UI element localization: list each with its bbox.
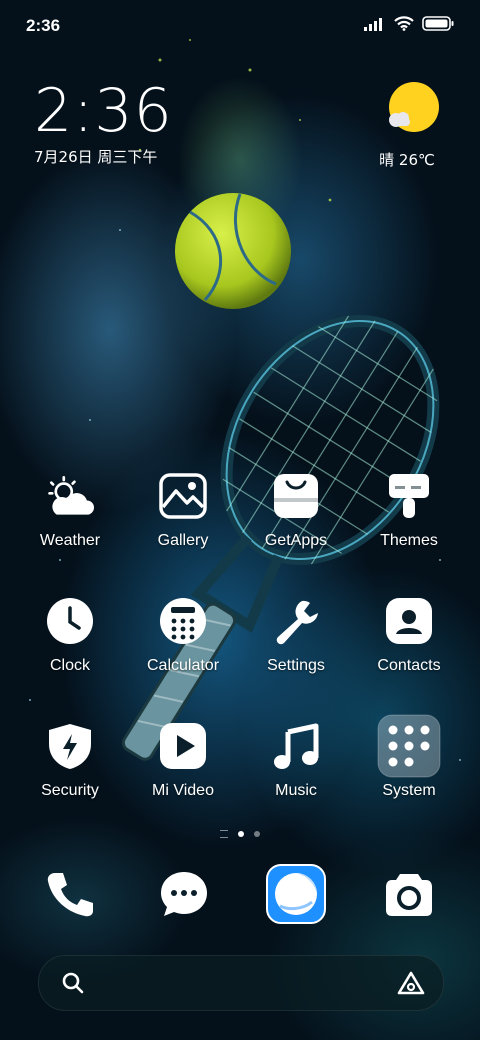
- folder-icon: [377, 714, 441, 778]
- app-label: Clock: [49, 657, 90, 674]
- app-label: GetApps: [264, 532, 328, 549]
- dock-camera[interactable]: [379, 866, 439, 922]
- weather-text: 晴 26℃: [379, 151, 435, 169]
- app-getapps[interactable]: GetApps: [241, 472, 351, 550]
- page-dot: [254, 831, 260, 837]
- assistant-icon[interactable]: [397, 971, 425, 995]
- app-system-folder[interactable]: System: [354, 714, 464, 800]
- app-label: System: [382, 782, 436, 799]
- widget-date: 7月26日 周三下午: [34, 148, 158, 166]
- app-security[interactable]: Security: [15, 722, 125, 800]
- play-icon: [159, 722, 207, 770]
- battery-icon: [422, 16, 454, 31]
- clock-widget[interactable]: 2:36 7月26日 周三下午: [34, 80, 173, 167]
- search-icon: [62, 972, 84, 994]
- app-clock[interactable]: Clock: [15, 597, 125, 675]
- app-label: Themes: [380, 532, 438, 549]
- app-label: Music: [275, 782, 317, 799]
- dock-browser[interactable]: [266, 864, 326, 924]
- clock-icon: [46, 597, 94, 645]
- dock-phone[interactable]: [40, 866, 100, 922]
- chat-icon: [161, 872, 207, 916]
- dock-messages[interactable]: [154, 866, 214, 922]
- app-label: Contacts: [377, 657, 441, 674]
- brush-icon: [385, 472, 433, 520]
- app-calculator[interactable]: Calculator: [128, 597, 238, 675]
- app-gallery[interactable]: Gallery: [128, 472, 238, 550]
- phone-icon: [47, 873, 93, 917]
- browser-icon: [266, 864, 326, 924]
- widget-time: 2:36: [34, 76, 173, 146]
- signal-icon: [364, 17, 382, 31]
- app-label: Gallery: [157, 532, 209, 549]
- wrench-icon: [272, 597, 320, 645]
- gallery-icon: [159, 472, 207, 520]
- status-icons: [364, 16, 454, 31]
- app-label: Mi Video: [152, 782, 214, 799]
- app-contacts[interactable]: Contacts: [354, 597, 464, 675]
- page-indicator-feed: [220, 830, 228, 838]
- wifi-icon: [394, 16, 414, 31]
- search-bar[interactable]: [38, 955, 444, 1011]
- app-label: Settings: [267, 657, 325, 674]
- app-themes[interactable]: Themes: [354, 472, 464, 550]
- status-bar: 2:36: [0, 0, 480, 48]
- music-note-icon: [272, 722, 320, 770]
- weather-icon: [46, 472, 94, 520]
- app-music[interactable]: Music: [241, 722, 351, 800]
- shield-bolt-icon: [46, 722, 94, 770]
- app-weather[interactable]: Weather: [15, 472, 125, 550]
- tennis-ball: [175, 193, 291, 309]
- weather-widget[interactable]: 晴 26℃: [379, 82, 444, 170]
- app-mi-video[interactable]: Mi Video: [128, 722, 238, 800]
- app-settings[interactable]: Settings: [241, 597, 351, 675]
- page-indicator[interactable]: [0, 830, 480, 838]
- camera-icon: [386, 874, 432, 916]
- status-time: 2:36: [26, 16, 61, 35]
- app-label: Security: [41, 782, 99, 799]
- page-dot-active: [238, 831, 244, 837]
- app-label: Calculator: [146, 657, 220, 674]
- contact-icon: [385, 597, 433, 645]
- sun-cloud-icon: [389, 82, 439, 132]
- calculator-icon: [159, 597, 207, 645]
- shopping-bag-icon: [272, 472, 320, 520]
- app-label: Weather: [39, 532, 101, 549]
